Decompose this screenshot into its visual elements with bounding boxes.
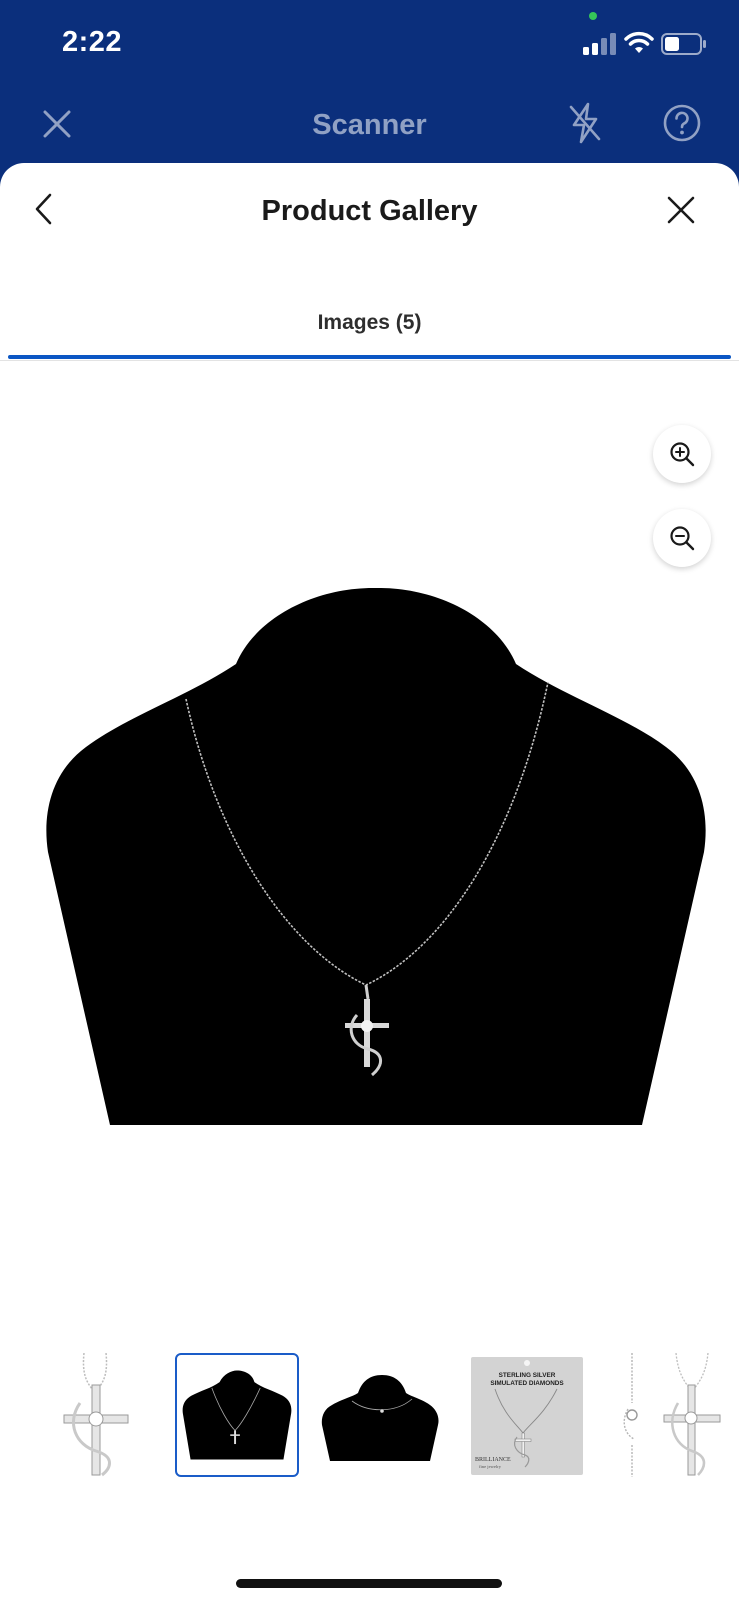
thumbnail-4[interactable]: STERLING SILVER SIMULATED DIAMONDS BRILL… [465, 1353, 589, 1477]
tab-active-indicator [8, 355, 731, 359]
wifi-icon [624, 31, 654, 53]
zoom-in-icon [670, 442, 695, 467]
thumbnail-3[interactable] [318, 1353, 442, 1477]
status-bar: 2:22 [0, 0, 739, 90]
card-brand: BRILLIANCE [475, 1457, 511, 1463]
zoom-out-button[interactable] [653, 509, 711, 567]
card-text: SIMULATED DIAMONDS [490, 1380, 564, 1387]
tab-images-label: Images (5) [317, 311, 422, 334]
thumbnail-strip: STERLING SILVER SIMULATED DIAMONDS BRILL… [0, 1352, 739, 1483]
sheet-header: Product Gallery [0, 163, 739, 263]
battery-icon [661, 33, 706, 55]
help-icon[interactable] [662, 103, 702, 143]
thumbnail-5[interactable] [610, 1352, 739, 1477]
divider [0, 360, 739, 361]
thumbnail-image [182, 1370, 292, 1460]
tab-images[interactable]: Images (5) [8, 293, 731, 359]
flash-off-icon[interactable] [566, 101, 604, 145]
thumbnail-image [63, 1352, 129, 1477]
zoom-out-icon [670, 526, 695, 551]
close-icon[interactable] [664, 193, 698, 227]
product-image[interactable] [46, 587, 706, 1127]
thumbnail-1[interactable] [36, 1352, 160, 1477]
cellular-signal-icon [583, 33, 616, 55]
card-brand-sub: fine jewelry [479, 1464, 502, 1469]
scanner-title: Scanner [312, 109, 427, 141]
thumbnail-image [321, 1375, 439, 1461]
scanner-header: Scanner [0, 95, 739, 155]
product-gallery-sheet: Product Gallery Images (5) STERLING SILV… [0, 163, 739, 1600]
zoom-in-button[interactable] [653, 425, 711, 483]
thumbnail-image [623, 1352, 721, 1477]
page-title: Product Gallery [261, 195, 478, 227]
home-indicator[interactable] [236, 1579, 502, 1588]
status-time: 2:22 [62, 26, 123, 58]
thumbnail-2[interactable] [175, 1353, 299, 1477]
card-text: STERLING SILVER [499, 1372, 556, 1379]
thumbnail-image: STERLING SILVER SIMULATED DIAMONDS BRILL… [471, 1357, 583, 1475]
privacy-indicator-icon [589, 12, 597, 20]
